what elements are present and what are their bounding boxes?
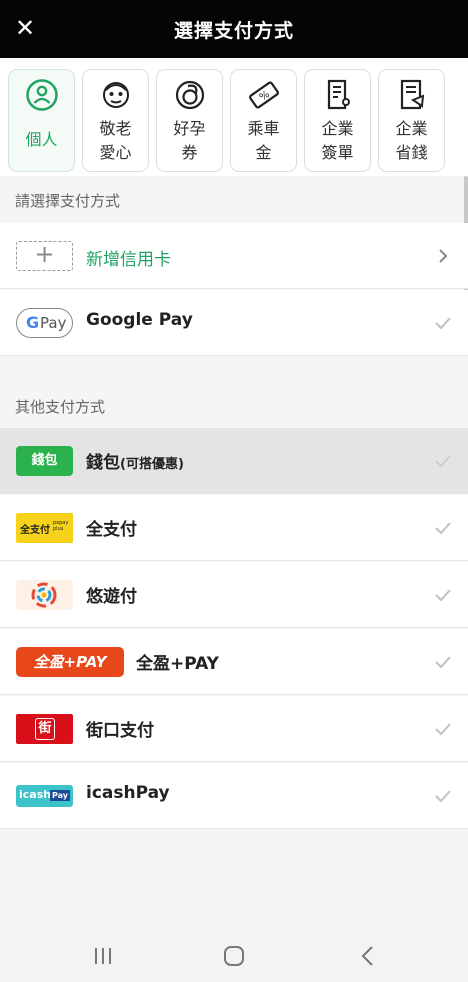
jkopay-row[interactable]: 街 街口支付 [0, 696, 468, 762]
google-pay-label: Google Pay [86, 310, 193, 330]
section-header-other: 其他支付方式 [15, 398, 106, 416]
home-icon[interactable] [220, 944, 248, 968]
category-enterprise-sign[interactable]: 企業 簽單 [304, 69, 371, 172]
icashpay-logo: icash Pay [16, 785, 73, 807]
category-label: 個人 [25, 130, 58, 149]
category-label: 敬老 愛心 [99, 119, 132, 162]
allpay-plus-row[interactable]: 全盈+PAY 全盈+PAY [0, 629, 468, 695]
easywallet-logo [16, 580, 73, 610]
jkopay-logo: 街 [16, 714, 73, 744]
svg-text:%: % [258, 89, 272, 103]
category-pregnancy[interactable]: 好孕 券 [156, 69, 223, 172]
check-icon [435, 790, 451, 803]
allpay-plus-label: 全盈+PAY [136, 654, 219, 674]
check-icon [435, 455, 451, 468]
elder-icon [103, 82, 129, 108]
pxpay-label: 全支付 [86, 520, 137, 540]
ticket-icon: % [249, 81, 279, 109]
chevron-right-icon [439, 249, 448, 263]
google-pay-logo: G Pay [16, 308, 73, 338]
check-icon [435, 656, 451, 669]
category-bar: 個人 敬老 愛心 好孕 券 % 乘車 金 企業 簽單 企業 省錢 [0, 58, 468, 176]
system-nav-bar [0, 930, 468, 982]
add-card-icon: + [16, 241, 73, 271]
page-title: 選擇支付方式 [173, 20, 294, 42]
enterprise-save-icon [400, 79, 425, 110]
pregnancy-icon [175, 80, 205, 110]
category-label: 乘車 金 [247, 119, 280, 162]
pxpay-logo: 全支付 pxpay plus [16, 513, 73, 543]
icashpay-label: icashPay [86, 783, 170, 803]
jkopay-label: 街口支付 [86, 721, 154, 741]
recent-apps-icon[interactable] [89, 944, 117, 968]
allpay-plus-logo: 全盈+PAY [16, 647, 124, 677]
add-credit-card-row[interactable]: + 新增信用卡 [0, 223, 468, 289]
easywallet-label: 悠遊付 [86, 587, 137, 607]
check-icon [435, 317, 451, 330]
back-icon[interactable] [354, 944, 382, 968]
category-label: 好孕 券 [173, 119, 206, 162]
category-label: 企業 省錢 [395, 119, 428, 162]
pxpay-row[interactable]: 全支付 pxpay plus 全支付 [0, 495, 468, 561]
check-icon [435, 723, 451, 736]
easywallet-row[interactable]: 悠遊付 [0, 562, 468, 628]
enterprise-sign-icon [327, 79, 350, 110]
wallet-label: 錢包(可搭優惠) [86, 453, 184, 473]
icashpay-row[interactable]: icash Pay icashPay [0, 763, 468, 829]
top-bar: ✕ 選擇支付方式 [0, 0, 468, 58]
check-icon [435, 522, 451, 535]
google-pay-row[interactable]: G Pay Google Pay [0, 290, 468, 356]
category-ride-credit[interactable]: % 乘車 金 [230, 69, 297, 172]
category-elder[interactable]: 敬老 愛心 [82, 69, 149, 172]
wallet-logo: 錢包 [16, 446, 73, 476]
category-label: 企業 簽單 [321, 119, 354, 162]
check-icon [435, 589, 451, 602]
add-card-label: 新增信用卡 [86, 250, 171, 270]
category-enterprise-save[interactable]: 企業 省錢 [378, 69, 445, 172]
person-icon [26, 79, 58, 111]
wallet-row[interactable]: 錢包 錢包(可搭優惠) [0, 428, 468, 494]
section-header-primary: 請選擇支付方式 [15, 192, 121, 210]
category-personal[interactable]: 個人 [8, 69, 75, 172]
